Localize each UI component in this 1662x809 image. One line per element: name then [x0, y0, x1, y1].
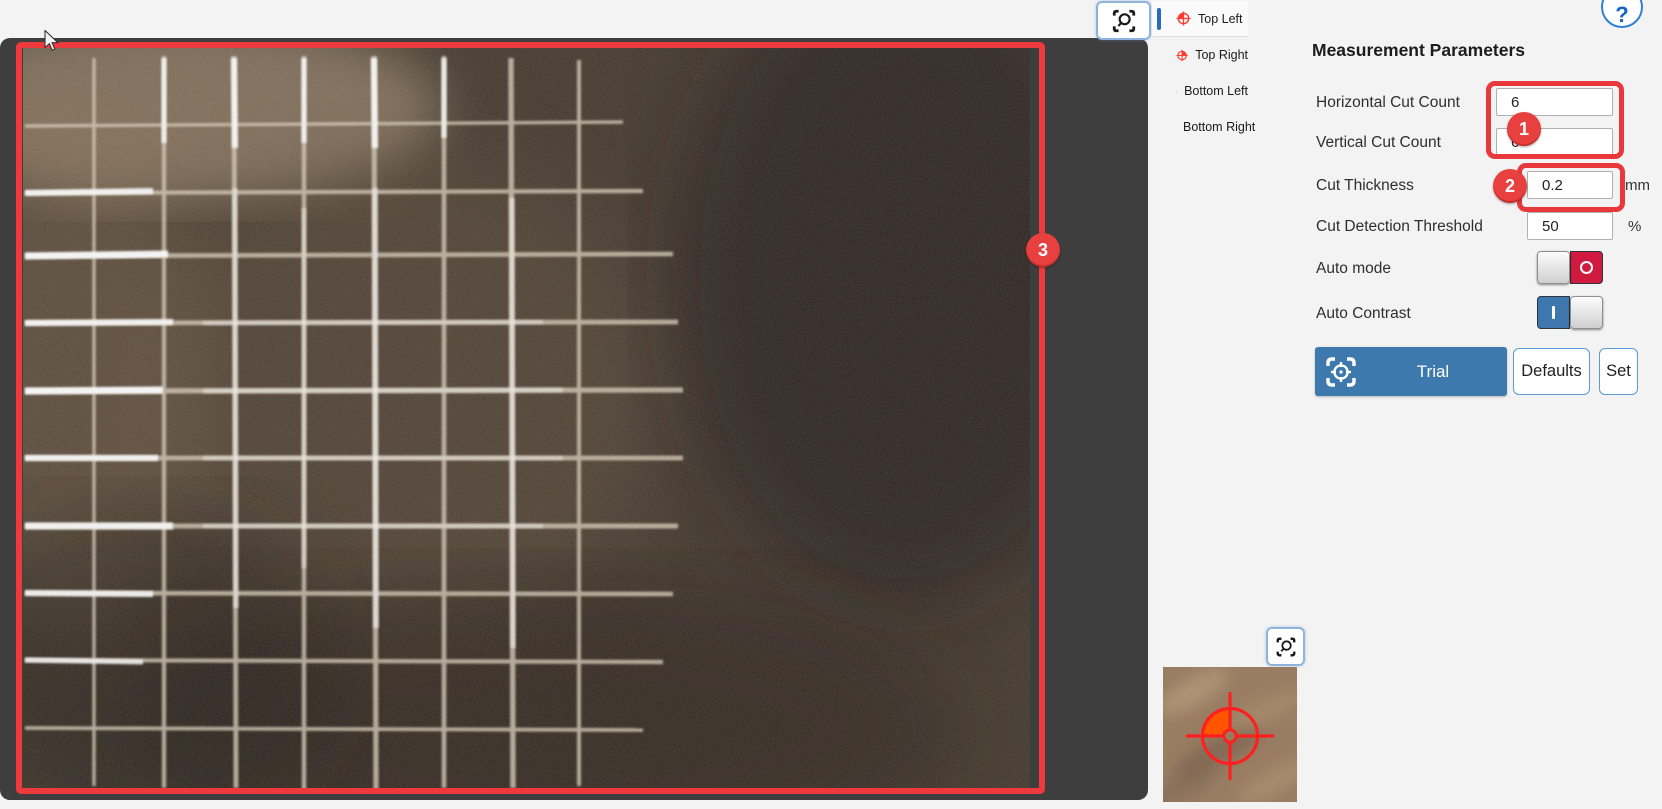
- corner-item-label: Top Right: [1195, 48, 1248, 62]
- toggle-off-o-icon: [1570, 251, 1603, 284]
- corner-item-label: Bottom Left: [1184, 84, 1248, 98]
- cursor-arrow-icon: [44, 30, 62, 54]
- selected-indicator: [1157, 8, 1161, 30]
- corner-item-bottom-right[interactable]: Bottom Right: [1152, 109, 1248, 145]
- cut-detection-threshold-input[interactable]: [1527, 212, 1613, 240]
- corner-list: Top Left Top Right Bottom Left: [1150, 0, 1250, 150]
- target-top-right-icon: [1176, 48, 1188, 63]
- set-button-label: Set: [1606, 362, 1631, 381]
- label-cut-detection-threshold: Cut Detection Threshold: [1316, 218, 1483, 236]
- label-cut-thickness: Cut Thickness: [1316, 177, 1414, 195]
- magnifier-fullscreen-icon: [1111, 8, 1137, 34]
- annotation-rect-cut-counts: [1486, 81, 1624, 159]
- target-bottom-left-icon: [1176, 84, 1177, 99]
- corner-item-bottom-left[interactable]: Bottom Left: [1152, 73, 1248, 109]
- corner-item-label: Top Left: [1198, 12, 1242, 26]
- annotation-badge-2: 2: [1493, 169, 1527, 203]
- corner-item-label: Bottom Right: [1183, 120, 1255, 134]
- measurement-app-window: 3 Top Left: [0, 0, 1662, 809]
- corner-item-top-right[interactable]: Top Right: [1152, 37, 1248, 73]
- capture-region-annotation: [16, 42, 1045, 794]
- toggle-knob: [1537, 251, 1570, 284]
- corner-item-top-left[interactable]: Top Left: [1152, 1, 1248, 37]
- annotation-badge-3: 3: [1026, 233, 1060, 267]
- toggle-knob: [1570, 296, 1603, 329]
- annotation-badge-1: 1: [1507, 112, 1541, 146]
- defaults-button[interactable]: Defaults: [1513, 348, 1590, 395]
- auto-mode-toggle[interactable]: [1537, 251, 1603, 284]
- viewer-zoom-button[interactable]: [1096, 1, 1151, 40]
- unit-mm: mm: [1625, 177, 1650, 194]
- toggle-on-i-icon: [1537, 296, 1570, 329]
- annotation-rect-cut-thickness: [1517, 163, 1625, 212]
- thumbnail-zoom-button[interactable]: [1266, 627, 1305, 666]
- magnifier-fullscreen-icon: [1275, 636, 1297, 658]
- label-auto-contrast: Auto Contrast: [1316, 305, 1411, 323]
- trial-target-icon: [1323, 354, 1359, 390]
- label-horizontal-cut-count: Horizontal Cut Count: [1316, 94, 1460, 112]
- target-top-left-icon: [1176, 11, 1191, 26]
- panel-title: Measurement Parameters: [1312, 40, 1525, 61]
- trial-button[interactable]: Trial: [1315, 347, 1507, 396]
- auto-contrast-toggle[interactable]: [1537, 296, 1603, 329]
- label-auto-mode: Auto mode: [1316, 260, 1391, 278]
- unit-percent: %: [1628, 218, 1641, 235]
- question-mark-icon: ?: [1615, 4, 1628, 26]
- corner-preview-thumbnail[interactable]: [1163, 667, 1297, 802]
- trial-button-label: Trial: [1359, 362, 1507, 382]
- help-button[interactable]: ?: [1601, 0, 1643, 28]
- defaults-button-label: Defaults: [1521, 362, 1582, 381]
- label-vertical-cut-count: Vertical Cut Count: [1316, 134, 1441, 152]
- set-button[interactable]: Set: [1599, 348, 1638, 395]
